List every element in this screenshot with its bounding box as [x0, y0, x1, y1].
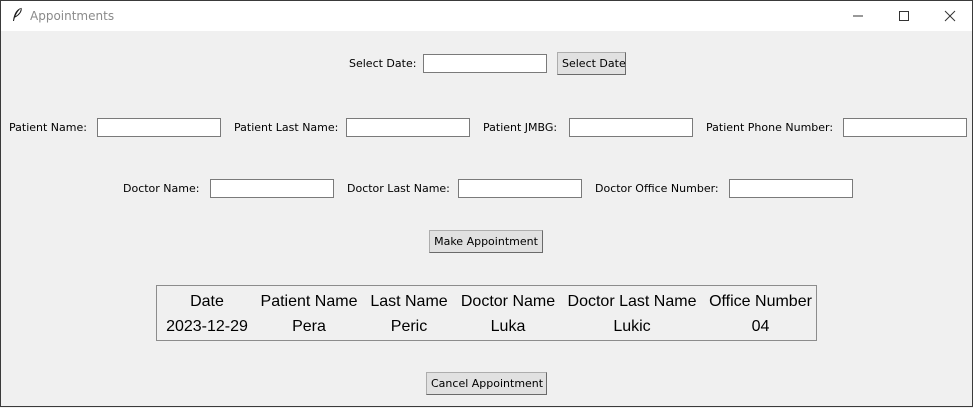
- maximize-button[interactable]: [881, 1, 927, 31]
- date-input[interactable]: [423, 54, 547, 73]
- table-cell: Peric: [390, 318, 428, 335]
- close-button[interactable]: [927, 1, 973, 31]
- patient-name-input[interactable]: [97, 118, 221, 137]
- close-icon: [944, 10, 956, 22]
- patient-last-name-input[interactable]: [346, 118, 470, 137]
- patient-last-name-label: Patient Last Name:: [234, 121, 339, 134]
- table-cell: Pera: [292, 318, 326, 335]
- column-header[interactable]: Last Name: [361, 286, 457, 315]
- patient-phone-input[interactable]: [843, 118, 967, 137]
- doctor-last-name-input[interactable]: [458, 179, 582, 198]
- cancel-appointment-button[interactable]: Cancel Appointment: [426, 372, 547, 395]
- table-cell: 2023-12-29: [166, 318, 248, 335]
- table-cell: Luka: [490, 318, 526, 335]
- doctor-office-input[interactable]: [729, 179, 853, 198]
- select-date-button[interactable]: Select Date: [557, 52, 626, 75]
- appointments-window: Appointments Select Date: Select Date Pa…: [0, 0, 973, 407]
- make-appointment-button[interactable]: Make Appointment: [429, 230, 543, 253]
- table-cell: Lukic: [613, 318, 651, 335]
- patient-phone-label: Patient Phone Number:: [706, 121, 834, 134]
- column-header[interactable]: Doctor Last Name: [559, 286, 705, 315]
- column-header[interactable]: Patient Name: [257, 286, 361, 315]
- minimize-button[interactable]: [835, 1, 881, 31]
- doctor-name-input[interactable]: [210, 179, 334, 198]
- patient-jmbg-input[interactable]: [569, 118, 693, 137]
- appointments-table[interactable]: Date Patient Name Last Name Doctor Name …: [156, 285, 817, 341]
- doctor-last-name-label: Doctor Last Name:: [347, 182, 450, 195]
- column-header[interactable]: Doctor Name: [457, 286, 559, 315]
- table-header-row: Date Patient Name Last Name Doctor Name …: [157, 286, 816, 315]
- patient-jmbg-label: Patient JMBG:: [483, 121, 558, 134]
- patient-name-label: Patient Name:: [9, 121, 87, 134]
- column-header[interactable]: Office Number: [705, 286, 816, 315]
- column-header[interactable]: Date: [157, 286, 257, 315]
- select-date-label: Select Date:: [349, 57, 417, 70]
- minimize-icon: [853, 15, 863, 17]
- feather-icon: [10, 7, 24, 23]
- doctor-name-label: Doctor Name:: [123, 182, 200, 195]
- title-bar: Appointments: [1, 0, 972, 31]
- window-title: Appointments: [30, 9, 115, 23]
- doctor-office-label: Doctor Office Number:: [595, 182, 719, 195]
- table-row[interactable]: 2023-12-29 Pera Peric Luka Lukic 04: [157, 315, 816, 339]
- table-cell: 04: [751, 318, 770, 335]
- maximize-icon: [899, 11, 909, 21]
